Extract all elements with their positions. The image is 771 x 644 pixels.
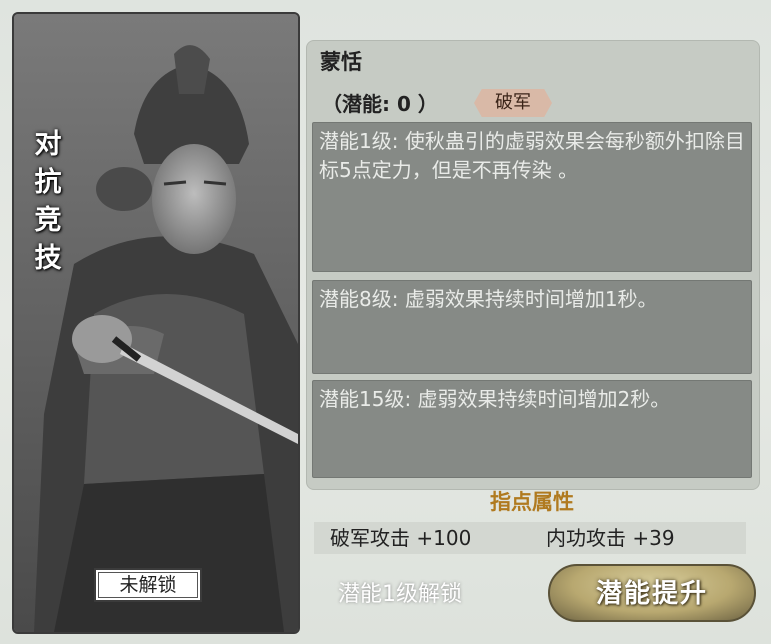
mode-title-vertical: 对 抗 竞 技: [28, 126, 68, 278]
mode-title-char: 竞: [34, 205, 62, 236]
mode-title-char: 对: [34, 129, 62, 160]
attribute-item: 破军攻击 +100: [330, 526, 472, 550]
faction-tag: 破军: [474, 89, 552, 117]
hero-portrait-image: [14, 14, 298, 632]
hero-name: 蒙恬: [320, 50, 362, 74]
unlock-requirement-text: 潜能1级解锁: [338, 582, 462, 607]
mode-title-char: 抗: [34, 167, 62, 198]
mode-title-char: 技: [34, 243, 62, 274]
potential-level-label: （潜能: 0 ）: [322, 92, 438, 116]
potential-tier-1-description: 潜能1级: 使秋蛊引的虚弱效果会每秒额外扣除目标5点定力，但是不再传染 。: [312, 122, 752, 272]
potential-tier-15-description: 潜能15级: 虚弱效果持续时间增加2秒。: [312, 380, 752, 478]
potential-tier-8-description: 潜能8级: 虚弱效果持续时间增加1秒。: [312, 280, 752, 374]
attributes-row: 破军攻击 +100 内功攻击 +39: [314, 522, 746, 554]
hero-portrait-card: 对 抗 竞 技 未解锁: [12, 12, 300, 634]
lock-status-badge: 未解锁: [94, 568, 202, 602]
potential-upgrade-button[interactable]: 潜能提升: [548, 564, 756, 622]
attribute-item: 内功攻击 +39: [546, 526, 675, 550]
attributes-title: 指点属性: [490, 490, 574, 514]
